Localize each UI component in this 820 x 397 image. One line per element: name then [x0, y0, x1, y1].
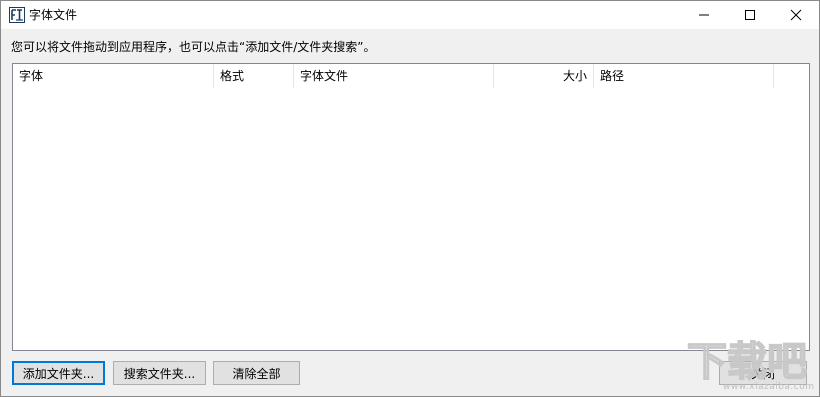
font-files-table[interactable]: 字体 格式 字体文件 大小 路径: [12, 63, 810, 351]
close-icon: [790, 9, 802, 21]
column-header-path[interactable]: 路径: [594, 64, 774, 88]
table-header: 字体 格式 字体文件 大小 路径: [13, 64, 809, 88]
add-folder-button[interactable]: 添加文件夹...: [12, 361, 105, 385]
column-header-font-file[interactable]: 字体文件: [294, 64, 494, 88]
table-body[interactable]: [13, 88, 809, 350]
instruction-text: 您可以将文件拖动到应用程序，也可以点击“添加文件/文件夹搜索”。: [11, 40, 376, 54]
column-header-size[interactable]: 大小: [494, 64, 594, 88]
minimize-icon: [699, 14, 709, 16]
font-files-dialog: 字体文件 您可以将文件拖动到应用程序，也可以点击“添加文件/文件夹搜索”。 字体…: [0, 0, 820, 397]
minimize-button[interactable]: [681, 1, 727, 29]
column-header-font[interactable]: 字体: [13, 64, 214, 88]
watermark-url: www.xiazaiba.com: [723, 382, 815, 392]
watermark-logo: 下载吧: [686, 335, 813, 386]
app-font-icon: [9, 7, 25, 23]
column-header-format[interactable]: 格式: [214, 64, 294, 88]
watermark-text: 下载吧: [687, 339, 807, 385]
clear-all-button[interactable]: 清除全部: [213, 361, 300, 385]
title-bar[interactable]: 字体文件: [1, 1, 819, 29]
maximize-icon: [745, 10, 755, 20]
search-folder-button[interactable]: 搜索文件夹...: [113, 361, 206, 385]
close-window-button[interactable]: [773, 1, 819, 29]
maximize-button[interactable]: [727, 1, 773, 29]
window-title: 字体文件: [29, 8, 78, 22]
